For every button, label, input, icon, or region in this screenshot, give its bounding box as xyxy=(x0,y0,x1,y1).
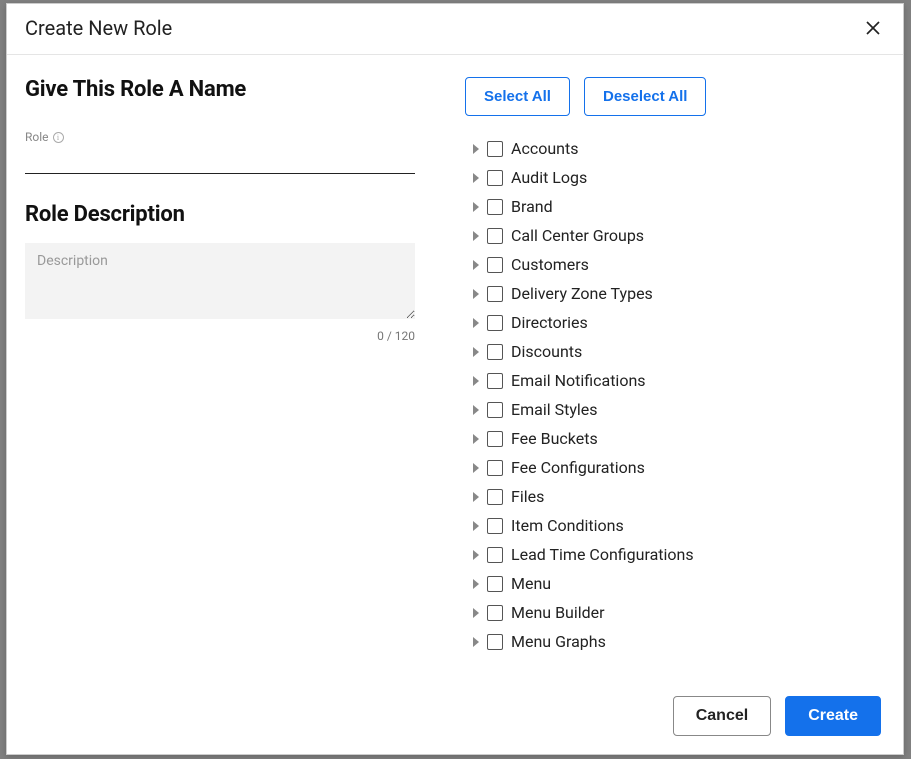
permission-label: Menu Graphs xyxy=(511,632,606,651)
chevron-right-icon[interactable] xyxy=(473,463,479,473)
role-label-row: Role i xyxy=(25,130,415,144)
permission-row[interactable]: Item Conditions xyxy=(473,511,881,540)
chevron-right-icon[interactable] xyxy=(473,231,479,241)
permission-row[interactable]: Lead Time Configurations xyxy=(473,540,881,569)
permission-label: Accounts xyxy=(511,139,578,158)
permission-label: Discounts xyxy=(511,342,582,361)
chevron-right-icon[interactable] xyxy=(473,173,479,183)
chevron-right-icon[interactable] xyxy=(473,434,479,444)
role-name-input[interactable] xyxy=(25,148,415,174)
permission-checkbox[interactable] xyxy=(487,170,503,186)
modal-title: Create New Role xyxy=(25,16,172,40)
modal-header: Create New Role xyxy=(7,4,903,55)
chevron-right-icon[interactable] xyxy=(473,521,479,531)
permission-row[interactable]: Menu Graphs xyxy=(473,627,881,656)
permission-label: Fee Buckets xyxy=(511,429,598,448)
permission-row[interactable]: Audit Logs xyxy=(473,163,881,192)
permission-label: Files xyxy=(511,487,544,506)
permission-row[interactable]: Email Notifications xyxy=(473,366,881,395)
permission-checkbox[interactable] xyxy=(487,605,503,621)
create-role-modal: Create New Role Give This Role A Name Ro… xyxy=(6,3,904,755)
chevron-right-icon[interactable] xyxy=(473,260,479,270)
permission-checkbox[interactable] xyxy=(487,257,503,273)
create-button[interactable]: Create xyxy=(785,696,881,736)
description-heading: Role Description xyxy=(25,202,415,227)
permission-checkbox[interactable] xyxy=(487,286,503,302)
permission-label: Item Conditions xyxy=(511,516,624,535)
chevron-right-icon[interactable] xyxy=(473,637,479,647)
permission-row[interactable]: Directories xyxy=(473,308,881,337)
permission-label: Brand xyxy=(511,197,553,216)
chevron-right-icon[interactable] xyxy=(473,202,479,212)
permission-checkbox[interactable] xyxy=(487,576,503,592)
chevron-right-icon[interactable] xyxy=(473,144,479,154)
permission-row[interactable]: Discounts xyxy=(473,337,881,366)
modal-body: Give This Role A Name Role i Role Descri… xyxy=(7,55,903,680)
description-textarea[interactable] xyxy=(25,243,415,319)
permission-row[interactable]: Call Center Groups xyxy=(473,221,881,250)
close-icon xyxy=(864,19,882,37)
role-field: Role i xyxy=(25,130,415,174)
chevron-right-icon[interactable] xyxy=(473,289,479,299)
role-label: Role xyxy=(25,130,49,144)
permission-row[interactable]: Brand xyxy=(473,192,881,221)
permission-label: Lead Time Configurations xyxy=(511,545,694,564)
permission-checkbox[interactable] xyxy=(487,547,503,563)
char-counter: 0 / 120 xyxy=(25,329,415,343)
select-buttons: Select All Deselect All xyxy=(465,77,885,116)
permission-label: Call Center Groups xyxy=(511,226,644,245)
permission-row[interactable]: Menu xyxy=(473,569,881,598)
permission-checkbox[interactable] xyxy=(487,634,503,650)
chevron-right-icon[interactable] xyxy=(473,550,479,560)
deselect-all-button[interactable]: Deselect All xyxy=(584,77,707,116)
permission-label: Email Styles xyxy=(511,400,598,419)
permission-label: Email Notifications xyxy=(511,371,646,390)
permission-checkbox[interactable] xyxy=(487,402,503,418)
permission-label: Audit Logs xyxy=(511,168,587,187)
left-pane: Give This Role A Name Role i Role Descri… xyxy=(25,55,445,680)
permission-label: Directories xyxy=(511,313,588,332)
permission-checkbox[interactable] xyxy=(487,141,503,157)
chevron-right-icon[interactable] xyxy=(473,347,479,357)
permission-row[interactable]: Delivery Zone Types xyxy=(473,279,881,308)
modal-footer: Cancel Create xyxy=(7,680,903,754)
permission-row[interactable]: Fee Buckets xyxy=(473,424,881,453)
chevron-right-icon[interactable] xyxy=(473,579,479,589)
permission-row[interactable]: Accounts xyxy=(473,134,881,163)
permission-checkbox[interactable] xyxy=(487,373,503,389)
permission-row[interactable]: Email Styles xyxy=(473,395,881,424)
permission-checkbox[interactable] xyxy=(487,460,503,476)
permission-checkbox[interactable] xyxy=(487,315,503,331)
permission-row[interactable]: Menu Builder xyxy=(473,598,881,627)
chevron-right-icon[interactable] xyxy=(473,405,479,415)
permissions-list[interactable]: Accounts Audit Logs Brand Call Center Group… xyxy=(465,134,885,680)
permission-checkbox[interactable] xyxy=(487,344,503,360)
chevron-right-icon[interactable] xyxy=(473,492,479,502)
close-button[interactable] xyxy=(861,16,885,40)
name-heading: Give This Role A Name xyxy=(25,77,415,102)
permission-checkbox[interactable] xyxy=(487,199,503,215)
permission-row[interactable]: Files xyxy=(473,482,881,511)
permission-checkbox[interactable] xyxy=(487,518,503,534)
chevron-right-icon[interactable] xyxy=(473,608,479,618)
select-all-button[interactable]: Select All xyxy=(465,77,570,116)
permission-label: Customers xyxy=(511,255,589,274)
permission-row[interactable]: Fee Configurations xyxy=(473,453,881,482)
permission-label: Fee Configurations xyxy=(511,458,645,477)
right-pane: Select All Deselect All Accounts Audit Lo… xyxy=(445,55,885,680)
permission-row[interactable]: Customers xyxy=(473,250,881,279)
cancel-button[interactable]: Cancel xyxy=(673,696,771,736)
info-icon[interactable]: i xyxy=(53,132,64,143)
permission-label: Menu xyxy=(511,574,551,593)
permission-checkbox[interactable] xyxy=(487,489,503,505)
permission-checkbox[interactable] xyxy=(487,431,503,447)
permission-label: Delivery Zone Types xyxy=(511,284,653,303)
chevron-right-icon[interactable] xyxy=(473,318,479,328)
chevron-right-icon[interactable] xyxy=(473,376,479,386)
permission-checkbox[interactable] xyxy=(487,228,503,244)
permission-label: Menu Builder xyxy=(511,603,605,622)
